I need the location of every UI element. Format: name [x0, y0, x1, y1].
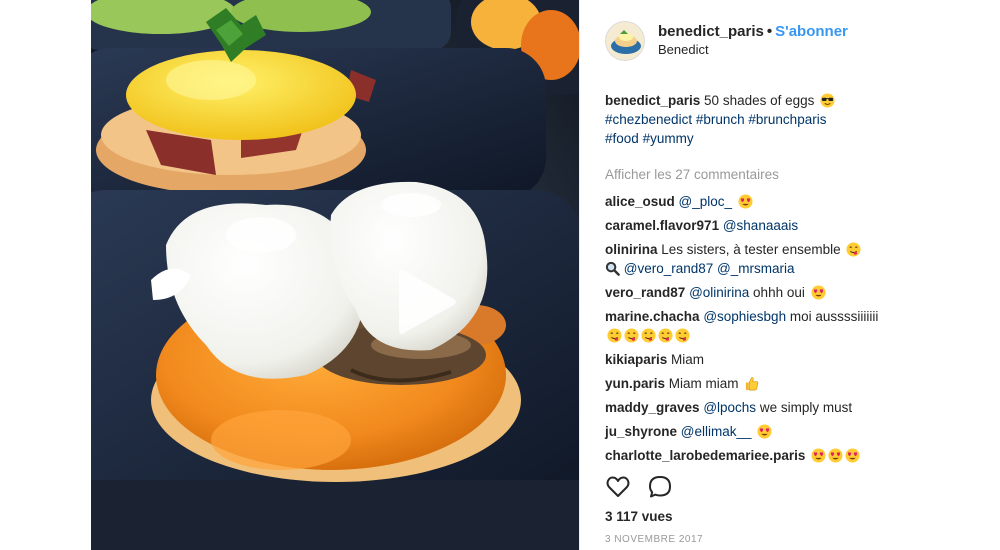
comment-item: maddy_graves @lpochs we simply must	[605, 398, 890, 417]
caption-username[interactable]: benedict_paris	[605, 93, 700, 108]
hashtag-chezbenedict[interactable]: #chezbenedict	[605, 112, 692, 127]
comment-text	[752, 424, 756, 439]
yum-emoji	[846, 242, 861, 257]
comment-item: olinirina Les sisters, à tester ensemble…	[605, 240, 890, 278]
yum-emoji	[675, 328, 690, 343]
post-username[interactable]: benedict_paris	[658, 23, 764, 40]
comment-text: Miam miam	[665, 376, 743, 391]
hashtag-brunchparis[interactable]: #brunchparis	[748, 112, 826, 127]
avatar[interactable]	[605, 21, 645, 61]
comment-mention[interactable]: @_mrsmaria	[717, 261, 794, 276]
hashtag-food[interactable]: #food	[605, 131, 639, 146]
comment-text: ohhh oui	[749, 285, 809, 300]
comment-mention[interactable]: @lpochs	[703, 400, 756, 415]
comment-item: marine.chacha @sophiesbgh moi aussssiiii…	[605, 307, 890, 345]
comment-mention[interactable]: @_ploc_	[679, 194, 733, 209]
heart-eyes-emoji	[828, 448, 843, 463]
comment-username[interactable]: kikiaparis	[605, 352, 667, 367]
yum-emoji	[641, 328, 656, 343]
yum-emoji	[607, 328, 622, 343]
comment-text: we simply must	[756, 400, 853, 415]
comment-username[interactable]: maddy_graves	[605, 400, 700, 415]
comment-item: caramel.flavor971 @shanaaais	[605, 216, 890, 235]
caption-text: 50 shades of eggs	[700, 93, 819, 108]
heart-eyes-emoji	[845, 448, 860, 463]
comment-item: alice_osud @_ploc_	[605, 192, 890, 211]
avatar-image	[606, 22, 644, 60]
comment-item: charlotte_larobedemariee.paris	[605, 446, 890, 465]
post-date: 3 NOVEMBRE 2017	[605, 534, 704, 545]
hashtag-brunch[interactable]: #brunch	[696, 112, 745, 127]
comment-mention[interactable]: @vero_rand87	[624, 261, 714, 276]
comment-username[interactable]: alice_osud	[605, 194, 675, 209]
comment-item: vero_rand87 @olinirina ohhh oui	[605, 283, 890, 302]
heart-eyes-emoji	[811, 448, 826, 463]
post-video[interactable]	[91, 0, 579, 550]
heart-outline-icon[interactable]	[605, 474, 631, 500]
comment-text: moi aussssiiiiiii	[786, 309, 879, 324]
post-actions	[605, 474, 673, 500]
yum-emoji	[658, 328, 673, 343]
comment-text: Miam	[667, 352, 705, 367]
play-icon[interactable]	[397, 266, 459, 338]
thumbs-up-emoji	[746, 377, 759, 391]
location-link[interactable]: Benedict	[658, 41, 848, 59]
separator-dot: •	[766, 23, 773, 40]
comment-text: Les sisters, à tester ensemble	[657, 242, 845, 257]
post-header: benedict_paris • S'abonner Benedict	[605, 0, 911, 78]
post-side-panel: benedict_paris • S'abonner Benedict benedi…	[579, 0, 911, 550]
view-count[interactable]: 3 117 vues	[605, 509, 673, 524]
view-all-comments-link[interactable]: Afficher les 27 commentaires	[605, 165, 890, 184]
heart-eyes-emoji	[757, 424, 772, 439]
follow-button[interactable]: S'abonner	[775, 23, 848, 40]
comment-username[interactable]: vero_rand87	[605, 285, 685, 300]
comment-username[interactable]: caramel.flavor971	[605, 218, 719, 233]
magnifier-emoji	[605, 261, 620, 276]
comment-text	[805, 448, 809, 463]
comment-username[interactable]: marine.chacha	[605, 309, 700, 324]
instagram-post: benedict_paris • S'abonner Benedict benedi…	[91, 0, 911, 550]
speech-bubble-icon[interactable]	[647, 474, 673, 500]
comment-mention[interactable]: @ellimak__	[681, 424, 752, 439]
heart-eyes-emoji	[811, 285, 826, 300]
post-caption: benedict_paris 50 shades of eggs #chezbe…	[605, 91, 890, 148]
sunglasses-emoji	[820, 93, 835, 108]
comment-mention[interactable]: @olinirina	[689, 285, 749, 300]
heart-eyes-emoji	[738, 194, 753, 209]
comment-item: ju_shyrone @ellimak__	[605, 422, 890, 441]
comment-item: kikiaparis Miam	[605, 350, 890, 369]
yum-emoji	[624, 328, 639, 343]
comment-username[interactable]: olinirina	[605, 242, 658, 257]
comment-username[interactable]: ju_shyrone	[605, 424, 677, 439]
comment-username[interactable]: charlotte_larobedemariee.paris	[605, 448, 805, 463]
food-photo	[91, 0, 579, 550]
comment-mention[interactable]: @shanaaais	[723, 218, 798, 233]
comment-mention[interactable]: @sophiesbgh	[703, 309, 786, 324]
comments-section: benedict_paris 50 shades of eggs #chezbe…	[605, 91, 890, 465]
hashtag-yummy[interactable]: #yummy	[643, 131, 694, 146]
comment-username[interactable]: yun.paris	[605, 376, 665, 391]
comment-item: yun.paris Miam miam	[605, 374, 890, 393]
